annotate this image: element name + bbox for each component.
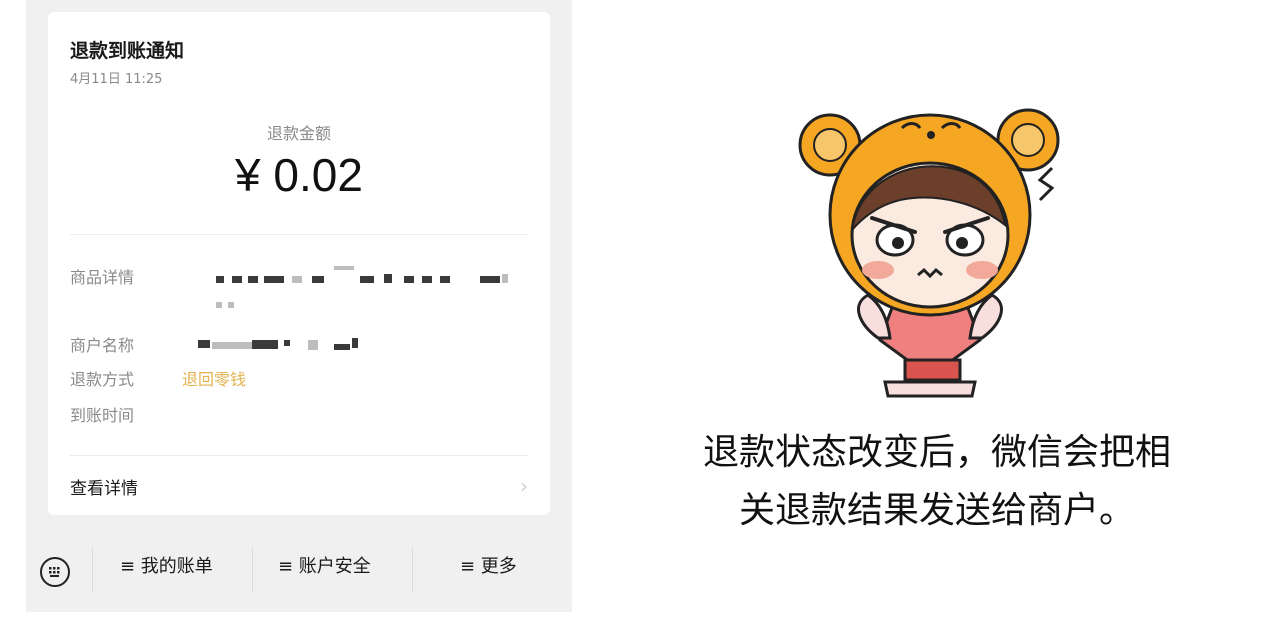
menu-my-bills[interactable]: ≡ 我的账单 [120, 552, 213, 578]
refund-amount: ¥ 0.02 [235, 149, 363, 201]
refund-notification-card[interactable]: 退款到账通知 4月11日 11:25 退款金额 ¥ 0.02 商品详情 商户名称 [48, 12, 550, 515]
divider [70, 455, 528, 456]
arrival-time-label: 到账时间 [70, 406, 135, 425]
caption-line-1: 退款状态改变后，微信会把相 [702, 432, 1171, 473]
menu-more[interactable]: ≡ 更多 [460, 552, 517, 578]
notification-time: 4月11日 11:25 [70, 72, 163, 87]
wechat-pay-chat-panel: 退款到账通知 4月11日 11:25 退款金额 ¥ 0.02 商品详情 商户名称 [26, 0, 598, 619]
menu-separator [252, 548, 253, 592]
item-details-label: 商品详情 [70, 268, 135, 287]
angry-bear-hood-girl-illustration [798, 108, 1060, 398]
caption-line-2: 关退款结果发送给商户。 [738, 490, 1135, 531]
menu-account-security[interactable]: ≡ 账户安全 [278, 552, 371, 578]
divider [70, 234, 528, 235]
refund-method-value: 退回零钱 [182, 370, 247, 389]
menu-separator [92, 548, 93, 592]
keyboard-icon[interactable] [40, 557, 70, 587]
notification-title: 退款到账通知 [70, 40, 185, 62]
view-details-link[interactable]: 查看详情 [70, 474, 138, 499]
refund-method-label: 退款方式 [70, 370, 135, 389]
merchant-name-label: 商户名称 [70, 336, 135, 355]
menu-separator [412, 548, 413, 592]
caption-text: 退款状态改变后，微信会把相 关退款结果发送给商户。 [592, 424, 1282, 540]
chevron-right-icon: › [520, 474, 528, 498]
refund-amount-label: 退款金额 [266, 124, 331, 143]
bottom-bar [26, 612, 598, 619]
official-account-menu: ≡ 我的账单 ≡ 账户安全 ≡ 更多 [26, 530, 572, 612]
